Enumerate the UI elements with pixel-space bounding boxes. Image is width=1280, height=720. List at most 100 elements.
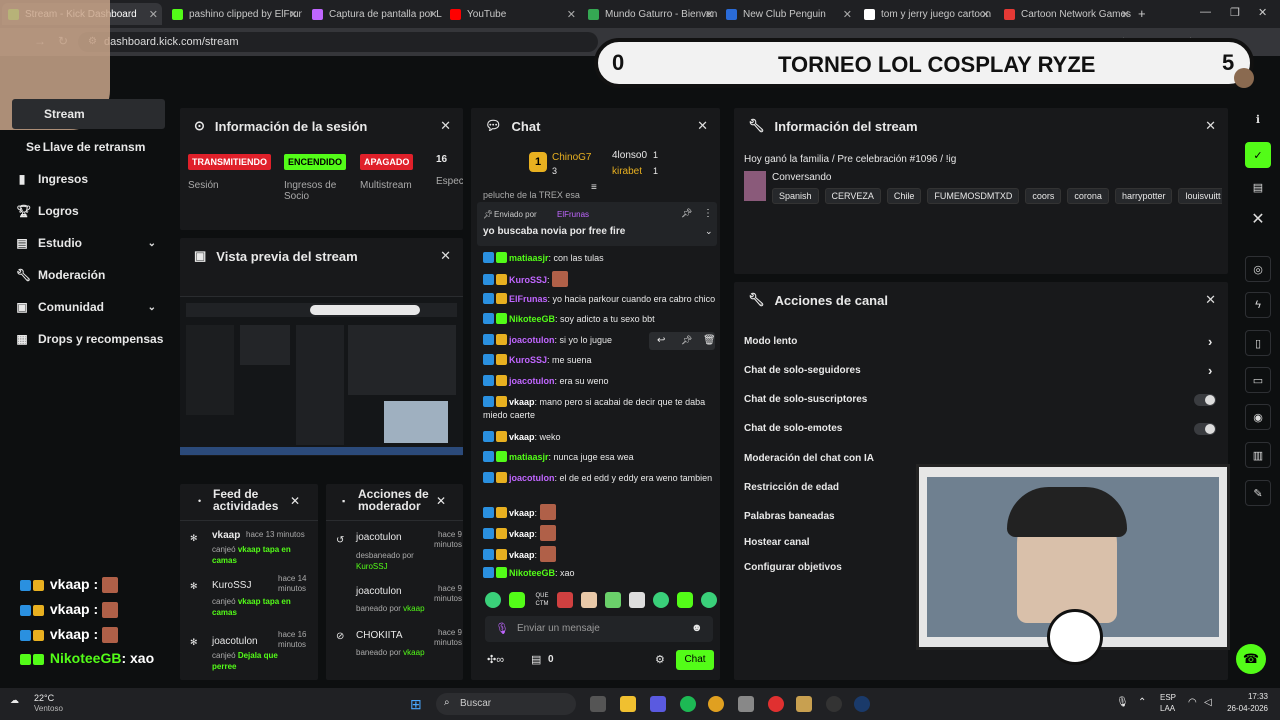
- info-icon[interactable]: ℹ: [1245, 106, 1271, 132]
- chat-username[interactable]: ElFrunas: [509, 294, 548, 304]
- sidebar-item-drops[interactable]: ▦ Drops y recompensas: [16, 332, 166, 346]
- lightning-icon[interactable]: ϟ: [1245, 292, 1271, 318]
- chat-message[interactable]: vkaap:: [483, 525, 718, 541]
- taskview-icon[interactable]: [590, 696, 606, 712]
- close-icon[interactable]: ✕: [440, 248, 451, 264]
- document-icon[interactable]: ▯: [1245, 330, 1271, 356]
- microphone-icon[interactable]: 🎙︎: [495, 622, 509, 635]
- setting-row-host[interactable]: Hostear canal: [744, 537, 810, 548]
- chat-username[interactable]: matiaasjr: [509, 253, 549, 263]
- setting-row-subscribers[interactable]: Chat de solo-suscriptores: [744, 394, 1218, 405]
- sidebar-item-estudio[interactable]: ▤ Estudio ⌄: [16, 236, 166, 250]
- setting-row-age[interactable]: Restricción de edad: [744, 482, 839, 493]
- chat-username[interactable]: vkaap: [509, 550, 535, 560]
- pinned-message[interactable]: 📌︎ Enviado por ElFrunas yo buscaba novia…: [477, 202, 717, 246]
- emote-icon[interactable]: [605, 592, 621, 608]
- emoji-icon[interactable]: ☻: [691, 622, 703, 634]
- check-icon[interactable]: ✓: [1245, 142, 1271, 168]
- close-icon[interactable]: ✕: [1205, 118, 1216, 134]
- layout-icon[interactable]: ▤: [1245, 174, 1271, 200]
- sidebar-item-moderacion[interactable]: 🔧︎ Moderación: [16, 268, 166, 282]
- setting-row-slow-mode[interactable]: Modo lento ›: [744, 334, 1218, 349]
- close-icon[interactable]: ✕: [981, 8, 990, 21]
- maximize-icon[interactable]: ❐: [1230, 6, 1240, 19]
- language-variant[interactable]: LAA: [1160, 704, 1175, 713]
- chevron-up-icon[interactable]: ⌃: [1138, 697, 1146, 708]
- spotify-icon[interactable]: [680, 696, 696, 712]
- chevron-down-icon[interactable]: ⌄: [705, 226, 713, 237]
- browser-tab[interactable]: Cartoon Network Games ✕: [998, 3, 1134, 25]
- gift-box-icon[interactable]: ▤: [531, 653, 541, 666]
- emote-icon[interactable]: [557, 592, 573, 608]
- emote-icon[interactable]: [629, 592, 645, 608]
- steam-icon[interactable]: [854, 696, 870, 712]
- message-input[interactable]: Enviar un mensaje: [517, 623, 600, 634]
- language[interactable]: ESP: [1160, 693, 1176, 702]
- stack-icon[interactable]: ▥: [1245, 442, 1271, 468]
- emote-icon[interactable]: [509, 592, 525, 608]
- avatar[interactable]: [1234, 68, 1254, 88]
- emote-icon[interactable]: QUE CTM: [533, 592, 551, 608]
- more-icon[interactable]: ⋮: [703, 208, 713, 219]
- chat-username[interactable]: matiaasjr: [509, 452, 549, 462]
- reply-icon[interactable]: ↩: [657, 335, 665, 346]
- close-icon[interactable]: ✕: [149, 8, 158, 21]
- broadcast-icon[interactable]: ◉: [1245, 404, 1271, 430]
- chat-message[interactable]: matiaasjr: con las tulas: [483, 252, 718, 265]
- start-icon[interactable]: ⊞: [410, 696, 422, 713]
- send-button[interactable]: Chat: [676, 650, 714, 670]
- sidebar-item-logros[interactable]: 🏆︎ Logros: [16, 204, 166, 218]
- app-icon[interactable]: [796, 696, 812, 712]
- chat-username[interactable]: NikoteeGB: [509, 314, 555, 324]
- close-icon[interactable]: ✕: [290, 494, 300, 508]
- app-icon[interactable]: [768, 696, 784, 712]
- chat-message[interactable]: vkaap:: [483, 504, 718, 520]
- setting-row-followers[interactable]: Chat de solo-seguidores ›: [744, 363, 1218, 378]
- stream-preview-video[interactable]: [180, 296, 463, 455]
- close-icon[interactable]: ✕: [567, 8, 576, 21]
- subscribers-toggle[interactable]: [1194, 394, 1216, 406]
- chat-message[interactable]: ElFrunas: yo hacia parkour cuando era ca…: [483, 293, 718, 306]
- close-icon[interactable]: ✕: [440, 118, 451, 134]
- folder-icon[interactable]: [620, 696, 636, 712]
- chat-message[interactable]: NikoteeGB: soy adicto a tu sexo bbt: [483, 313, 718, 326]
- chat-username[interactable]: vkaap: [509, 508, 535, 518]
- setting-row-banned-words[interactable]: Palabras baneadas: [744, 511, 835, 522]
- url-input[interactable]: dashboard.kick.com/stream: [78, 32, 598, 52]
- chat-username[interactable]: joacotulon: [509, 473, 555, 483]
- taskbar-search[interactable]: ⌕ Buscar: [436, 693, 576, 715]
- new-tab-icon[interactable]: +: [1138, 6, 1146, 21]
- close-icon[interactable]: ✕: [1245, 206, 1271, 232]
- chrome-icon[interactable]: [708, 696, 724, 712]
- chat-icon[interactable]: ▭: [1245, 367, 1271, 393]
- emote-icon[interactable]: [701, 592, 717, 608]
- setting-row-goals[interactable]: Configurar objetivos: [744, 562, 842, 573]
- obs-icon[interactable]: [826, 696, 842, 712]
- close-icon[interactable]: ✕: [705, 8, 714, 21]
- pin-icon[interactable]: 📌︎: [681, 335, 692, 346]
- chat-username[interactable]: KuroSSJ: [509, 275, 547, 285]
- collapse-icon[interactable]: ≡: [591, 182, 597, 193]
- chat-message[interactable]: vkaap: mano pero si acabai de decir que …: [483, 396, 718, 422]
- chat-username[interactable]: KuroSSJ: [509, 355, 547, 365]
- close-icon[interactable]: ✕: [1121, 8, 1130, 21]
- app-icon[interactable]: [738, 696, 754, 712]
- chat-username[interactable]: NikoteeGB: [509, 568, 555, 578]
- volume-icon[interactable]: ◁: [1204, 697, 1212, 708]
- emote-icon[interactable]: [581, 592, 597, 608]
- chat-message[interactable]: joacotulon: era su weno: [483, 375, 718, 388]
- browser-tab[interactable]: New Club Penguin ✕: [720, 3, 856, 25]
- close-icon[interactable]: ✕: [697, 118, 708, 134]
- close-icon[interactable]: ✕: [429, 8, 438, 21]
- setting-row-ai-moderation[interactable]: Moderación del chat con IA: [744, 453, 874, 464]
- points-icon[interactable]: ✣∞: [487, 653, 504, 666]
- help-icon[interactable]: ☎: [1236, 644, 1266, 674]
- microphone-icon[interactable]: 🎙︎: [1116, 697, 1129, 708]
- sidebar-item-stream-key[interactable]: Se Llave de retransm: [26, 140, 176, 154]
- wrench-icon[interactable]: ✎: [1245, 480, 1271, 506]
- browser-tab[interactable]: pashino clipped by ElFrun ✕: [166, 3, 302, 25]
- settings-icon[interactable]: ⚙: [655, 653, 665, 666]
- emote-icon[interactable]: [677, 592, 693, 608]
- close-window-icon[interactable]: ✕: [1258, 6, 1267, 19]
- emote-icon[interactable]: [653, 592, 669, 608]
